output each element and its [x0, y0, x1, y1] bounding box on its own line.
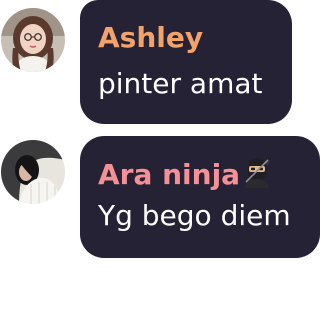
- user-avatar-icon: [1, 140, 65, 204]
- sender-name[interactable]: Ara ninja: [98, 156, 272, 193]
- message-bubble[interactable]: Ashley pinter amat: [80, 0, 292, 124]
- sender-avatar[interactable]: [1, 140, 65, 204]
- sender-avatar[interactable]: [1, 8, 65, 72]
- ninja-icon: [245, 158, 271, 188]
- message-text: pinter amat: [98, 67, 263, 100]
- message-text: Yg bego diem: [98, 199, 291, 232]
- message-bubble[interactable]: Ara ninja Yg bego diem: [80, 136, 320, 258]
- sender-name[interactable]: Ashley: [98, 20, 203, 56]
- sender-name-text: Ara ninja: [98, 158, 241, 191]
- user-avatar-icon: [1, 8, 65, 72]
